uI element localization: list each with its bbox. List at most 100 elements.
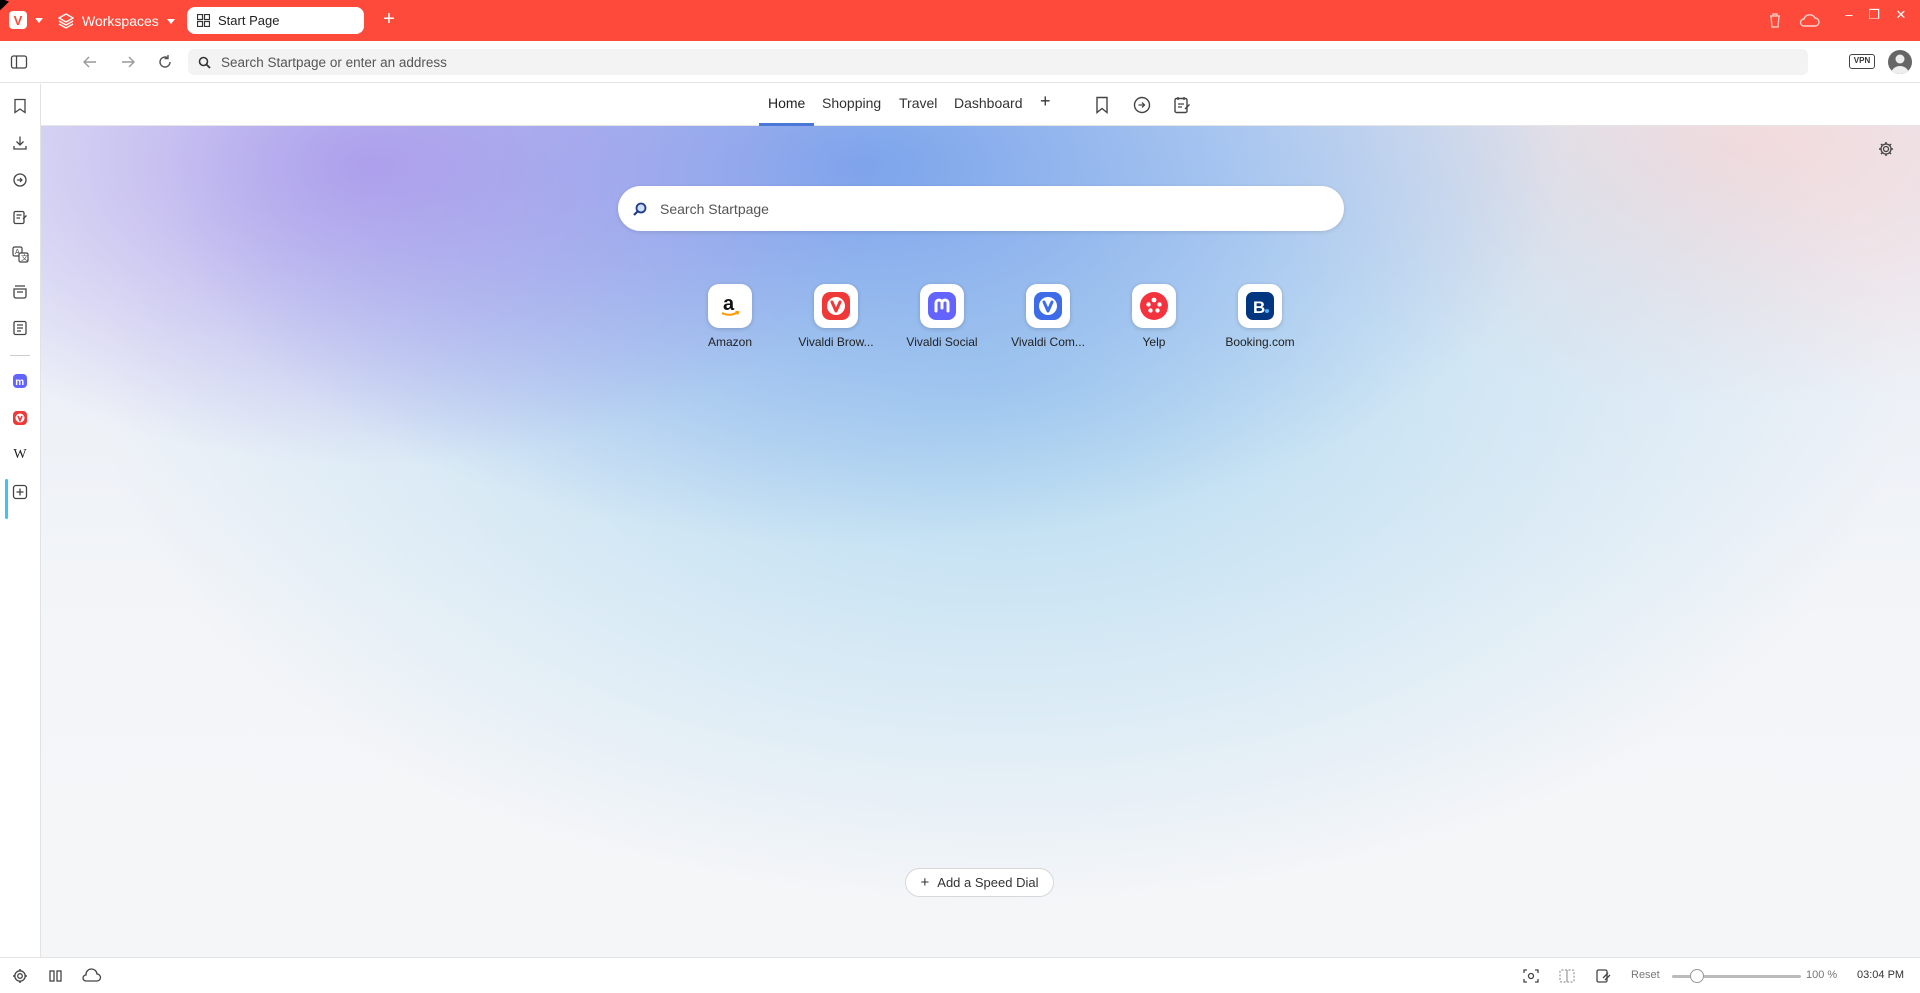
- zoom-slider-handle[interactable]: [1690, 969, 1704, 983]
- downloads-panel-button[interactable]: [10, 133, 30, 153]
- add-speed-dial-label: Add a Speed Dial: [937, 875, 1039, 890]
- startpage-search-input[interactable]: Search Startpage: [618, 186, 1344, 231]
- reading-list-icon: [13, 285, 27, 299]
- search-icon: [633, 202, 647, 216]
- profile-avatar[interactable]: [1888, 50, 1912, 74]
- new-tab-button[interactable]: +: [378, 9, 400, 31]
- notes-panel-button[interactable]: [10, 207, 30, 227]
- tab-home[interactable]: Home: [768, 95, 805, 111]
- side-panel-bar: A文 m W: [0, 84, 41, 957]
- bookmarks-icon[interactable]: [1092, 95, 1112, 115]
- screenshot-icon[interactable]: [1522, 968, 1540, 984]
- active-panel-indicator: [5, 479, 8, 519]
- add-web-panel-button[interactable]: [10, 482, 30, 502]
- gear-icon[interactable]: [1878, 141, 1894, 157]
- tab-start-page[interactable]: Start Page: [187, 7, 364, 34]
- wikipedia-web-panel-button[interactable]: W: [10, 445, 30, 465]
- search-icon: [198, 56, 211, 69]
- zoom-level: 100 %: [1806, 969, 1838, 981]
- history-icon: [13, 173, 27, 187]
- amazon-icon: a: [721, 293, 740, 316]
- vivaldi-menu-button[interactable]: V: [9, 11, 27, 29]
- side-panel-divider: [10, 355, 30, 356]
- svg-text:B: B: [1253, 298, 1265, 317]
- window-panel-icon: [13, 320, 27, 336]
- speed-dial-yelp[interactable]: Yelp: [1109, 284, 1199, 349]
- workspaces-button[interactable]: Workspaces: [58, 10, 175, 32]
- start-page-background: [41, 126, 1920, 957]
- clock: 03:04 PM: [1857, 969, 1905, 981]
- start-page: Home Shopping Travel Dashboard + Search …: [41, 84, 1920, 957]
- svg-text:a: a: [723, 293, 735, 315]
- speed-dial-vivaldi-social[interactable]: Vivaldi Social: [897, 284, 987, 349]
- add-panel-icon: [12, 484, 28, 500]
- vivaldi-community-icon: [1034, 292, 1062, 320]
- page-actions-icon[interactable]: [1594, 968, 1612, 984]
- add-group-button[interactable]: +: [1040, 91, 1051, 112]
- workspaces-icon: [58, 13, 74, 29]
- bookmarks-icon: [14, 98, 26, 114]
- active-tab-indicator: [759, 123, 814, 126]
- close-button[interactable]: ✕: [1893, 7, 1909, 23]
- translate-icon: A文: [11, 245, 29, 263]
- svg-text:文: 文: [21, 253, 28, 262]
- tab-dashboard[interactable]: Dashboard: [954, 95, 1023, 111]
- chevron-down-icon[interactable]: [35, 18, 43, 23]
- speed-dial-amazon[interactable]: a Amazon: [685, 284, 775, 349]
- history-icon[interactable]: [1132, 95, 1152, 115]
- bookmarks-panel-button[interactable]: [10, 96, 30, 116]
- minimize-button[interactable]: –: [1841, 7, 1857, 23]
- notes-icon[interactable]: [1172, 95, 1192, 115]
- speed-dial-label: Amazon: [707, 335, 753, 349]
- history-panel-button[interactable]: [10, 170, 30, 190]
- svg-text:m: m: [15, 377, 24, 388]
- tile-pause-icon[interactable]: [47, 968, 65, 984]
- chevron-down-icon: [166, 18, 175, 24]
- title-bar: V Workspaces Start Page + – ❐ ✕: [0, 0, 1920, 41]
- trash-icon[interactable]: [1766, 11, 1784, 29]
- start-page-nav: Home Shopping Travel Dashboard +: [41, 84, 1920, 126]
- tab-travel[interactable]: Travel: [899, 95, 937, 111]
- add-speed-dial-button[interactable]: + Add a Speed Dial: [905, 868, 1054, 897]
- speed-dial-vivaldi-community[interactable]: Vivaldi Com...: [1003, 284, 1093, 349]
- restore-button[interactable]: ❐: [1866, 7, 1882, 23]
- tab-title: Start Page: [218, 13, 280, 28]
- wikipedia-icon: W: [13, 447, 27, 462]
- speed-dial-label: Booking.com: [1225, 335, 1295, 349]
- zoom-reset-button[interactable]: Reset: [1631, 969, 1660, 981]
- sync-cloud-icon[interactable]: [80, 968, 102, 984]
- forward-icon[interactable]: [119, 53, 137, 71]
- address-placeholder: Search Startpage or enter an address: [221, 54, 447, 70]
- vivaldi-web-panel-button[interactable]: [10, 408, 30, 428]
- status-bar: Reset 100 % 03:04 PM: [0, 957, 1920, 993]
- grid-icon: [197, 14, 210, 27]
- vivaldi-browser-icon: [822, 292, 850, 320]
- tiling-icon[interactable]: [1558, 968, 1576, 984]
- address-field[interactable]: Search Startpage or enter an address: [188, 49, 1808, 75]
- plus-icon: +: [920, 874, 930, 891]
- tab-shopping[interactable]: Shopping: [822, 95, 881, 111]
- window-panel-button[interactable]: [10, 318, 30, 338]
- yelp-icon: [1140, 292, 1168, 320]
- mastodon-icon: m: [13, 374, 27, 388]
- workspaces-label: Workspaces: [82, 13, 159, 29]
- vivaldi-icon: [13, 411, 27, 425]
- speed-dial-vivaldi-browser[interactable]: Vivaldi Brow...: [791, 284, 881, 349]
- search-placeholder: Search Startpage: [660, 200, 769, 217]
- speed-dial-label: Vivaldi Brow...: [798, 335, 874, 349]
- back-icon[interactable]: [81, 53, 99, 71]
- translate-panel-button[interactable]: A文: [10, 244, 30, 264]
- reading-list-panel-button[interactable]: [10, 281, 30, 301]
- booking-icon: B: [1246, 292, 1274, 320]
- panel-toggle-icon[interactable]: [10, 53, 28, 71]
- notes-icon: [13, 210, 27, 225]
- speed-dial-booking[interactable]: B Booking.com: [1215, 284, 1305, 349]
- reload-icon[interactable]: [156, 53, 174, 71]
- settings-icon[interactable]: [11, 968, 29, 984]
- sync-cloud-icon[interactable]: [1798, 11, 1820, 29]
- vpn-button[interactable]: VPN: [1849, 54, 1875, 69]
- address-toolbar: Search Startpage or enter an address VPN: [0, 41, 1920, 83]
- speed-dial-label: Vivaldi Social: [906, 335, 978, 349]
- mastodon-web-panel-button[interactable]: m: [10, 371, 30, 391]
- downloads-icon: [13, 136, 27, 150]
